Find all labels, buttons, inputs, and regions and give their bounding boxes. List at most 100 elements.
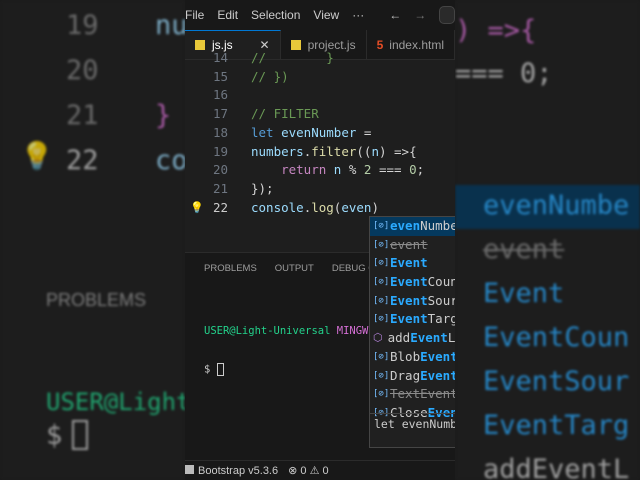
code-text: console.log(even) — [251, 199, 379, 215]
code-line: 20 return n % 2 === 0; — [185, 161, 455, 180]
code-text: return n % 2 === 0; — [281, 162, 425, 178]
line-number: 18 — [212, 124, 228, 140]
code-line: 15 // }) — [185, 68, 455, 87]
variable-icon: [⊘] — [373, 277, 390, 288]
bg-text: nu — [155, 10, 185, 41]
command-center[interactable] — [439, 6, 455, 24]
suggestion-label: EventTarget — [390, 311, 455, 327]
code-text: }); — [251, 180, 274, 196]
method-icon: ⬡ — [373, 331, 383, 345]
suggestion-item[interactable]: [⊘] DragEvent — [370, 367, 455, 386]
menu-file[interactable]: File — [185, 8, 204, 22]
line-number: 15 — [212, 68, 228, 84]
code-line: 21}); — [185, 180, 455, 199]
suggestion-label: EventCounts — [390, 274, 455, 290]
menu-more[interactable]: ··· — [352, 8, 364, 22]
suggestion-item[interactable]: [⊘]EventCounts — [370, 273, 455, 292]
suggestion-label: BlobEvent — [390, 348, 455, 364]
bg-text: 22 — [66, 145, 99, 176]
variable-icon: [⊘] — [373, 258, 390, 269]
bg-text: $ — [46, 420, 63, 451]
menu-bar: File Edit Selection View ··· ← → — [185, 0, 455, 30]
variable-icon: [⊘] — [373, 370, 390, 381]
problems-status[interactable]: ⊗ 0 ⚠ 0 — [288, 464, 329, 477]
menu-selection[interactable]: Selection — [251, 8, 300, 22]
bg-text: addEventL — [483, 454, 630, 480]
forward-arrow-icon[interactable]: → — [414, 8, 426, 22]
line-number: 20 — [212, 162, 228, 178]
code-text: // } — [251, 50, 334, 65]
line-number: 19 — [212, 143, 228, 159]
line-number: 21 — [212, 180, 228, 196]
lightbulb-icon: 💡 — [20, 141, 54, 172]
blurred-background-left: 19 nu 20 21 } 💡 22 co PROBLEMS USER@Ligh… — [0, 0, 185, 480]
prompt-user: USER@Light-Universal — [204, 325, 331, 337]
blurred-background-right: ) =>{ === 0; evenNumbe event Event Event… — [455, 0, 640, 480]
code-text: numbers.filter((n) =>{ — [251, 143, 417, 159]
bg-text: co — [155, 145, 185, 176]
suggestion-item[interactable]: [⊘] BlobEvent — [370, 348, 455, 367]
variable-icon: [⊘] — [373, 389, 390, 400]
bg-text: 20 — [66, 55, 99, 86]
bootstrap-label: Bootstrap v5.3.6 — [198, 464, 279, 477]
tab-output[interactable]: OUTPUT — [275, 263, 314, 274]
error-icon: ⊗ — [288, 465, 298, 477]
menu-edit[interactable]: Edit — [217, 8, 238, 22]
bootstrap-status[interactable]: Bootstrap v5.3.6 — [185, 464, 279, 477]
suggestion-detail: let evenNumber — [370, 413, 455, 447]
bg-text: } — [155, 100, 172, 131]
code-line: 14 // } — [185, 49, 455, 68]
code-text: // }) — [251, 68, 289, 84]
back-arrow-icon[interactable]: ← — [389, 8, 401, 22]
code-line: 17 // FILTER — [185, 105, 455, 124]
suggestion-label: DragEvent — [390, 367, 455, 383]
suggestion-item[interactable]: [⊘] TextEvent — [370, 385, 455, 404]
prompt-dollar: $ — [204, 363, 211, 376]
autocomplete-widget: [⊘]evenNumber[⊘]event[⊘]Event[⊘]EventCou… — [369, 216, 455, 448]
bg-text: evenNumbe — [483, 190, 630, 221]
bg-text: === 0; — [455, 58, 553, 89]
warning-icon: ⚠ — [309, 465, 320, 477]
bg-text: event — [483, 234, 565, 265]
code-line: 18 let evenNumber = — [185, 124, 455, 143]
suggestion-item[interactable]: [⊘] event — [370, 236, 455, 255]
suggestion-item[interactable]: [⊘] Event — [370, 254, 455, 273]
suggestion-label: event — [390, 236, 428, 252]
suggestion-item[interactable]: [⊘]EventSource — [370, 292, 455, 311]
bg-text: EventCoun — [483, 322, 630, 353]
variable-icon: [⊘] — [373, 351, 390, 362]
suggestion-item[interactable]: [⊘]EventTarget — [370, 310, 455, 329]
code-text: // FILTER — [251, 106, 319, 122]
terminal[interactable]: USER@Light-Universal MINGW64 $ — [204, 301, 381, 400]
suggestion-item[interactable]: ⬡ addEventListener — [370, 329, 455, 348]
bg-text: 19 — [66, 10, 99, 41]
js-icon — [290, 39, 301, 50]
menu-view[interactable]: View — [313, 8, 339, 22]
vscode-window: File Edit Selection View ··· ← → js.js ✕ … — [185, 0, 455, 480]
bootstrap-icon — [185, 464, 194, 474]
code-text: let evenNumber = — [251, 124, 372, 140]
bg-text: 21 — [66, 100, 99, 131]
line-number: 14 — [212, 50, 228, 65]
tab-problems[interactable]: PROBLEMS — [204, 263, 257, 274]
variable-icon: [⊘] — [373, 295, 390, 306]
suggestion-label: TextEvent — [390, 386, 455, 402]
bg-text: PROBLEMS — [46, 290, 147, 310]
terminal-cursor — [216, 363, 224, 376]
lightbulb-icon[interactable]: 💡 — [190, 199, 204, 218]
suggestion-item[interactable]: [⊘]evenNumber — [370, 217, 455, 236]
code-line: 22 console.log(even) 💡 — [185, 199, 455, 218]
suggestion-label: EventSource — [390, 292, 455, 308]
bg-text: EventSour — [483, 366, 630, 397]
bg-text: USER@Light — [46, 388, 185, 416]
status-bar: Bootstrap v5.3.6 ⊗ 0 ⚠ 0 — [185, 460, 455, 480]
line-number: 17 — [212, 106, 228, 122]
suggestion-label: addEventListener — [387, 330, 455, 346]
variable-icon: [⊘] — [373, 221, 390, 231]
warning-count: 0 — [322, 465, 329, 477]
suggestion-label: evenNumber — [390, 218, 455, 233]
error-count: 0 — [300, 465, 307, 477]
code-line: 16 — [185, 86, 455, 105]
variable-icon: [⊘] — [373, 314, 390, 325]
suggestion-label: Event — [390, 255, 428, 271]
